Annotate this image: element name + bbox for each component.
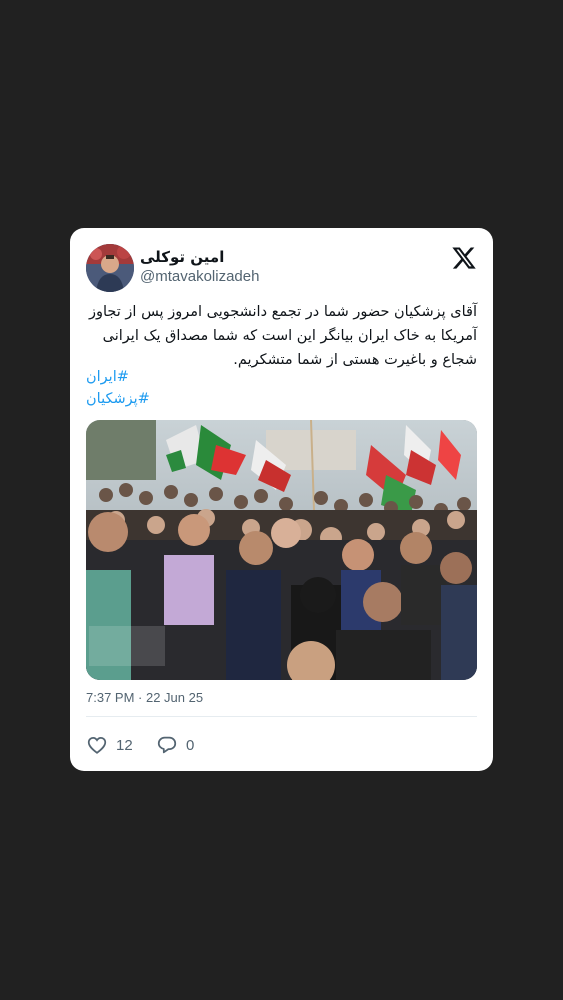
tweet-card: امین توکلی @mtavakolizadeh آقای پزشکیان …	[70, 228, 493, 771]
reply-count: 0	[186, 736, 195, 754]
like-button[interactable]: 12	[86, 734, 133, 756]
hashtag-link[interactable]: #ایران	[86, 369, 129, 385]
divider	[86, 716, 477, 717]
reply-button[interactable]: 0	[156, 734, 194, 756]
crowd-photo	[86, 420, 477, 680]
tweet-text: آقای پزشکیان حضور شما در تجمع دانشجویی ا…	[89, 304, 477, 368]
author-avatar[interactable]	[86, 244, 134, 292]
x-logo-icon[interactable]	[451, 245, 477, 271]
reply-icon	[157, 736, 177, 754]
tweet-timestamp[interactable]: 7:37 PM · 22 Jun 25	[86, 690, 203, 705]
author-handle[interactable]: @mtavakolizadeh	[140, 268, 259, 285]
author-display-name[interactable]: امین توکلی	[140, 248, 224, 266]
hashtag-link[interactable]: #پزشکیان	[86, 391, 150, 407]
heart-icon	[87, 736, 107, 754]
like-count: 12	[116, 736, 133, 754]
tweet-media-image[interactable]	[86, 420, 477, 680]
profile-photo	[86, 244, 134, 292]
